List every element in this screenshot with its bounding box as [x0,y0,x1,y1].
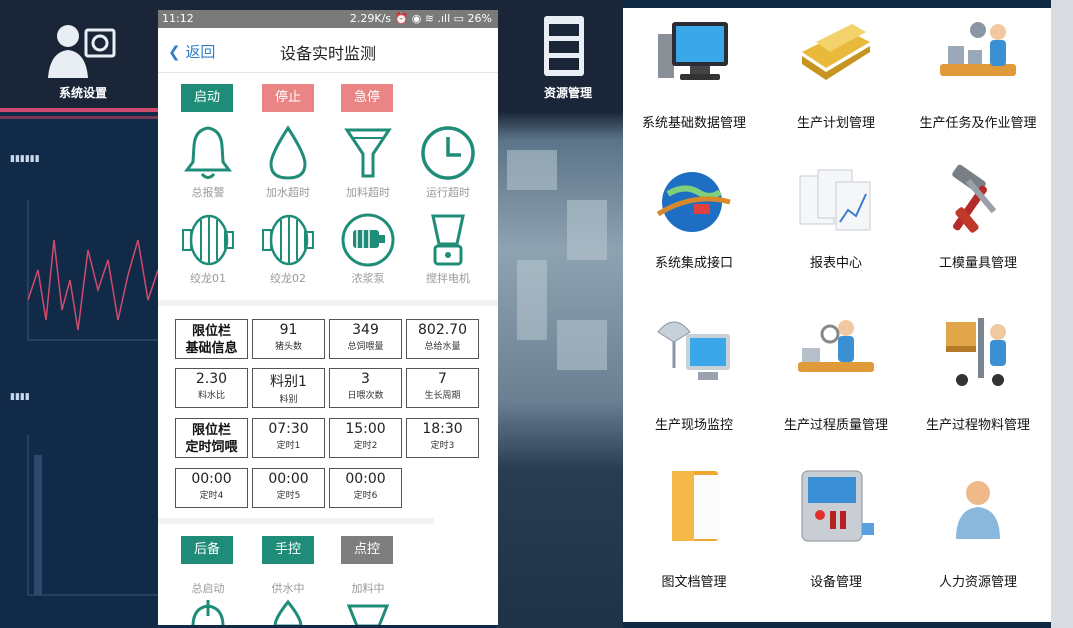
timer-1-cell[interactable]: 07:30 定时1 [252,418,325,458]
city-background: 资源管理 [497,0,623,628]
water-drop-icon [273,599,303,625]
device-label: 绞龙01 [190,272,226,285]
nav-bar: ❮ 返回 设备实时监测 [158,28,498,73]
funnel-icon [344,128,392,178]
timer-3-cell[interactable]: 18:30 定时3 [406,418,479,458]
menu-item-quality[interactable]: 生产过程质量管理 [765,308,907,458]
point-control-button[interactable]: 点控 [341,536,393,564]
emergency-stop-button[interactable]: 急停 [341,84,393,112]
dashboard-bar-chart [27,435,158,596]
status-bar: 11:12 2.29K/s ⏰ ◉ ≋ .ıll ▭ 26% [158,10,498,28]
feed-timeout-indicator: 加料超时 [328,124,408,200]
device-label: 绞龙02 [270,272,306,285]
pig-count-cell: 91 猪头数 [252,319,325,359]
bell-icon [184,126,232,179]
monitor-icon [658,22,728,80]
report-charts-icon [799,169,871,231]
feed-water-ratio-cell: 2.30 料水比 [175,368,248,408]
total-water-cell: 802.70 总给水量 [406,319,479,359]
document-folder-icon [672,471,720,541]
funnel-icon [346,604,390,625]
supplying-water-indicator: 供水中 [248,578,328,625]
auger-motor-icon [182,214,234,266]
auger-motor-icon [262,214,314,266]
cabinet-icon[interactable] [540,14,588,78]
device-label: 搅拌电机 [426,272,470,285]
menu-item-task-operation[interactable]: 生产任务及作业管理 [907,8,1049,158]
slurry-pump-indicator: 浓浆泵 [328,212,408,286]
daily-feed-times-cell: 3 日喂次数 [329,368,402,408]
person-icon [956,481,1000,539]
section-divider [158,518,434,524]
mixer-motor-indicator: 搅拌电机 [408,212,488,286]
device-label: 加料超时 [346,186,390,199]
device-label: 运行超时 [426,186,470,199]
page-title: 设备实时监测 [279,44,376,63]
dashboard-panel-title: ▮▮▮▮▮▮ [10,154,40,164]
menu-item-material[interactable]: 生产过程物料管理 [907,308,1049,458]
pump-icon [341,213,395,267]
menu-item-hr[interactable]: 人力资源管理 [907,463,1049,613]
menu-item-tooling[interactable]: 工模量具管理 [907,158,1049,308]
manual-control-button[interactable]: 手控 [262,536,314,564]
resource-management-label: 资源管理 [543,86,592,100]
run-timeout-indicator: 运行超时 [408,124,488,200]
quality-inspection-icon [798,320,874,372]
status-label: 总启动 [191,582,225,595]
menu-item-production-plan[interactable]: 生产计划管理 [765,8,907,158]
menu-item-integration[interactable]: 系统集成接口 [623,158,765,308]
right-edge-strip [1051,0,1073,628]
menu-item-equipment[interactable]: 设备管理 [765,463,907,613]
total-start-indicator: 总启动 [168,578,248,625]
feeding-indicator: 加料中 [328,578,408,625]
stop-button[interactable]: 停止 [262,84,314,112]
worker-conveyor-icon [940,22,1016,76]
timer-2-cell[interactable]: 15:00 定时2 [329,418,402,458]
water-timeout-indicator: 加水超时 [248,124,328,200]
dashboard-line-chart [27,200,158,341]
status-label: 加料中 [351,582,385,595]
feed-type-cell: 料别1 料别 [252,368,325,408]
water-drop-icon [269,125,307,180]
device-label: 加水超时 [266,186,310,199]
phone-screen: 11:12 2.29K/s ⏰ ◉ ≋ .ıll ▭ 26% ❮ 返回 设备实时… [158,10,498,625]
blender-icon [431,214,465,266]
total-feed-cell: 349 总饲喂量 [329,319,402,359]
app-menu: 系统基础数据管理 生产计划管理 生产任务及作业管理 系统集成接口 报表中心 工模… [623,8,1051,622]
menu-item-documents[interactable]: 图文档管理 [623,463,765,613]
growth-cycle-cell: 7 生长周期 [406,368,479,408]
grid-header-basic-info: 限位栏 基础信息 [175,319,248,359]
power-icon [191,600,225,625]
user-settings-icon[interactable] [46,20,116,80]
auger-01-indicator: 绞龙01 [168,212,248,286]
device-label: 总报警 [191,186,225,199]
status-label: 供水中 [271,582,305,595]
status-time: 11:12 [162,12,194,25]
backup-button[interactable]: 后备 [181,536,233,564]
section-divider [158,300,498,306]
device-label: 浓浆泵 [351,272,385,285]
status-indicators: 2.29K/s ⏰ ◉ ≋ .ıll ▭ 26% [349,12,492,25]
timer-6-cell[interactable]: 00:00 定时6 [329,468,402,508]
total-alarm-indicator: 总报警 [168,124,248,200]
timer-4-cell[interactable]: 00:00 定时4 [175,468,248,508]
menu-item-basic-data[interactable]: 系统基础数据管理 [623,8,765,158]
globe-plug-icon [656,172,731,232]
clock-icon [421,126,475,180]
timer-5-cell[interactable]: 00:00 定时5 [252,468,325,508]
folder-icon [802,24,870,80]
grid-header-timed-feeding: 限位栏 定时饲喂 [175,418,248,458]
menu-item-report-center[interactable]: 报表中心 [765,158,907,308]
control-panel-icon [801,470,874,542]
satellite-monitor-icon [657,321,730,380]
system-settings-label: 系统设置 [58,86,107,100]
dashboard-panel-title-2: ▮▮▮▮ [10,392,30,402]
hammer-screwdriver-icon [952,164,997,233]
menu-item-site-monitoring[interactable]: 生产现场监控 [623,308,765,458]
forklift-icon [946,318,1006,386]
auger-02-indicator: 绞龙02 [248,212,328,286]
start-button[interactable]: 启动 [181,84,233,112]
